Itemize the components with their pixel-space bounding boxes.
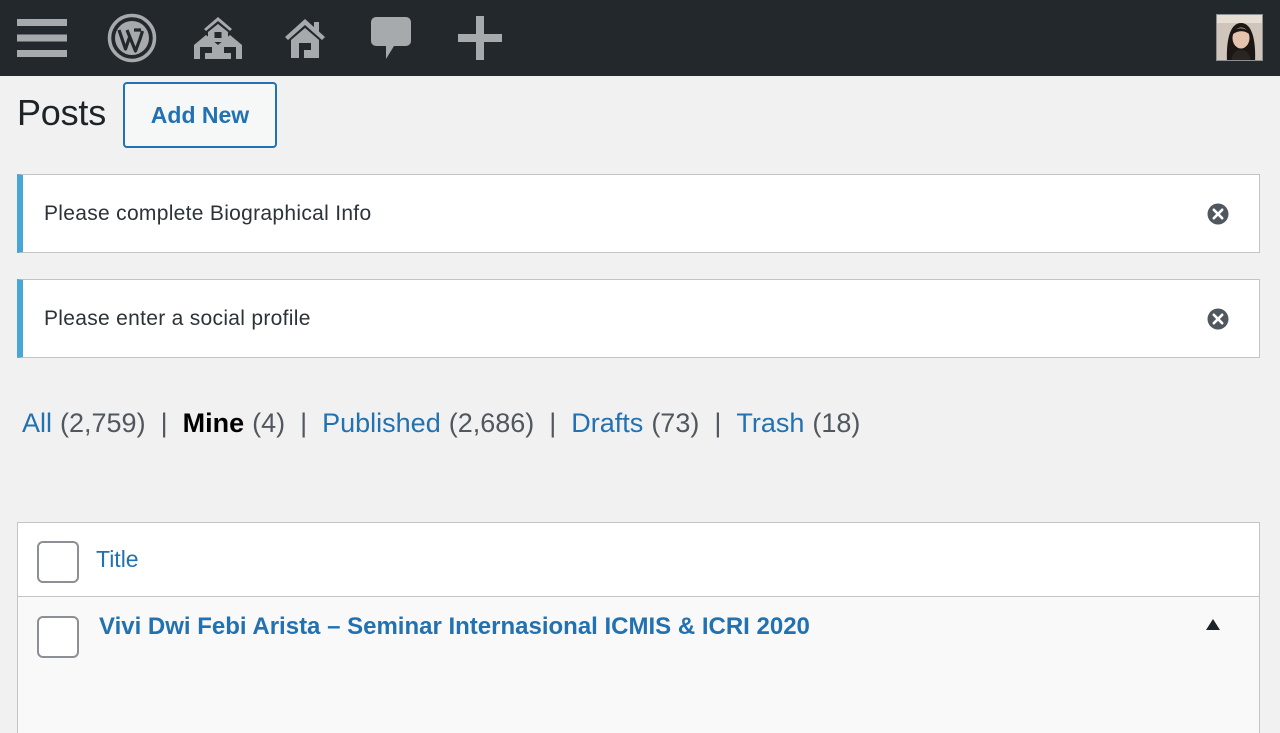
filter-published[interactable]: Published (2,686)	[322, 408, 534, 439]
filter-drafts[interactable]: Drafts (73)	[571, 408, 699, 439]
column-title-header[interactable]: Title	[96, 546, 139, 573]
filter-label: All	[22, 408, 53, 438]
filter-mine[interactable]: Mine (4)	[183, 408, 286, 439]
filter-count: (73)	[651, 408, 700, 438]
posts-table: Title Vivi Dwi Febi Arista – Seminar Int…	[17, 522, 1260, 733]
table-row: Vivi Dwi Febi Arista – Seminar Internasi…	[18, 598, 1259, 733]
notice-text: Please complete Biographical Info	[44, 201, 372, 225]
filter-label: Mine	[182, 408, 245, 438]
toggle-row-icon[interactable]	[1205, 618, 1221, 632]
my-sites-icon[interactable]	[188, 0, 248, 76]
filter-label: Published	[322, 408, 441, 438]
filter-separator: |	[300, 408, 308, 438]
page-title: Posts	[17, 92, 107, 133]
table-header: Title	[18, 523, 1259, 597]
row-checkbox[interactable]	[37, 616, 79, 658]
menu-icon[interactable]	[14, 0, 70, 76]
notice-biographical-info: Please complete Biographical Info	[17, 174, 1260, 253]
notice-text: Please enter a social profile	[44, 306, 311, 330]
filter-separator: |	[160, 408, 168, 438]
filter-count: (18)	[812, 408, 861, 438]
filter-separator: |	[714, 408, 722, 438]
home-icon[interactable]	[280, 0, 330, 76]
filter-label: Drafts	[571, 408, 644, 438]
admin-bar	[0, 0, 1280, 76]
filter-count: (2,686)	[448, 408, 535, 438]
add-new-button[interactable]: Add New	[123, 82, 277, 148]
wordpress-logo-icon[interactable]	[104, 0, 160, 76]
filter-count: (2,759)	[60, 408, 146, 438]
select-all-checkbox[interactable]	[37, 541, 79, 583]
dismiss-icon[interactable]	[1207, 308, 1229, 330]
post-title-link[interactable]: Vivi Dwi Febi Arista – Seminar Internasi…	[99, 613, 810, 641]
dismiss-icon[interactable]	[1207, 203, 1229, 225]
comments-icon[interactable]	[366, 0, 416, 76]
filter-trash[interactable]: Trash (18)	[736, 408, 860, 439]
notice-social-profile: Please enter a social profile	[17, 279, 1260, 358]
add-new-icon[interactable]	[454, 0, 506, 76]
filter-label: Trash	[736, 408, 805, 438]
user-avatar[interactable]	[1216, 14, 1263, 61]
filter-count: (4)	[252, 408, 286, 438]
status-filters: All (2,759) | Mine (4) | Published (2,686) …	[22, 408, 860, 439]
filter-all[interactable]: All (2,759)	[22, 408, 146, 439]
filter-separator: |	[549, 408, 557, 438]
